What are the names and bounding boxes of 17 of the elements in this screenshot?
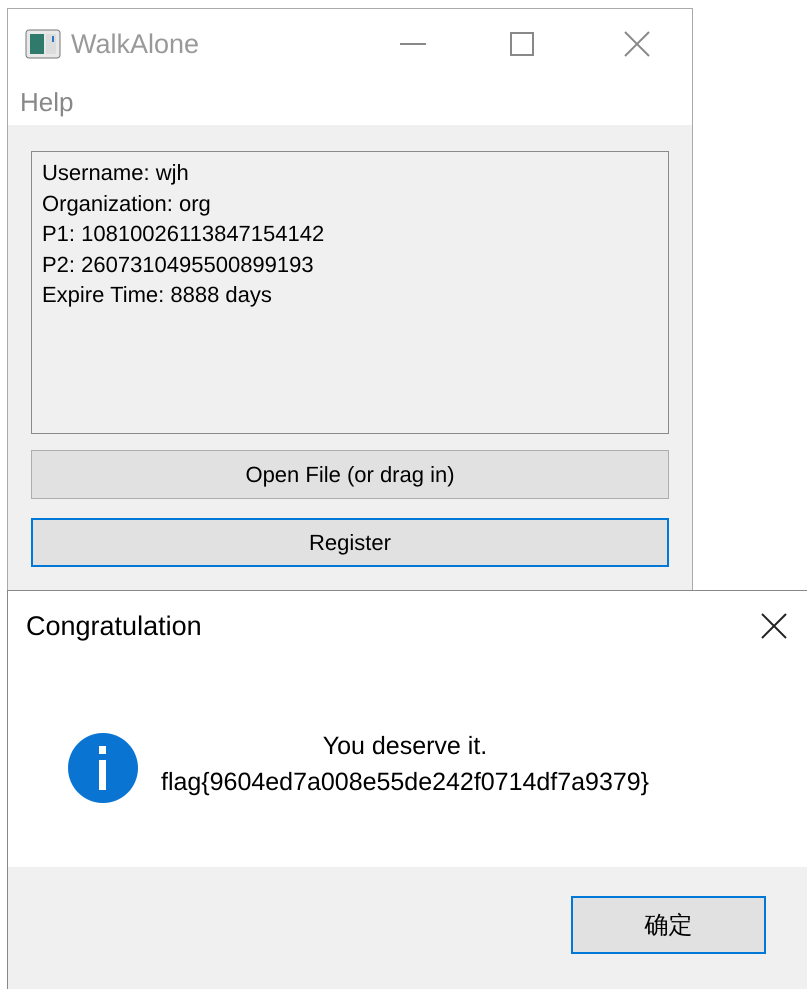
app-icon: [25, 29, 61, 59]
info-line: P1: 10810026113847154142: [42, 220, 326, 248]
close-icon[interactable]: [761, 613, 787, 639]
dialog-button[interactable]: Register: [31, 518, 669, 567]
info-line: Organization: org: [42, 190, 212, 218]
info-line: Expire Time: 8888 days: [42, 281, 273, 309]
menu-item[interactable]: Help: [20, 82, 74, 122]
message-text: You deserve it.: [322, 731, 488, 762]
info-line: Username: wjh: [42, 159, 190, 187]
info-line: P2: 2607310495500899193: [42, 250, 315, 278]
info-icon: [67, 732, 139, 804]
dialog-button[interactable]: 确定: [571, 896, 766, 954]
maximize-icon[interactable]: [510, 32, 534, 56]
dialog-title: Congratulation: [26, 610, 202, 643]
dialog-button[interactable]: Open File (or drag in): [31, 450, 669, 499]
window-title: WalkAlone: [71, 28, 200, 61]
message-text: flag{9604ed7a008e55de242f0714df7a9379}: [161, 767, 650, 798]
